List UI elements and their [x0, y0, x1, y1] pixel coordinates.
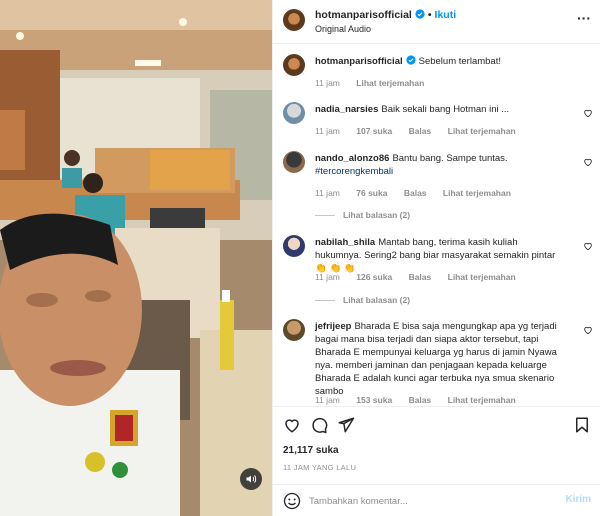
hashtag-link[interactable]: #tercorengkembali: [315, 166, 393, 177]
comments-list[interactable]: hotmanparisofficial Sebelum terlambat! 11…: [273, 44, 600, 406]
heart-icon[interactable]: [583, 325, 593, 335]
post-username[interactable]: hotmanparisofficial: [315, 9, 412, 21]
verified-badge-icon: [415, 9, 425, 19]
heart-icon[interactable]: [583, 157, 593, 167]
emoji-icon[interactable]: [283, 492, 301, 510]
comment-username[interactable]: nabilah_shila: [315, 237, 375, 248]
comment-time[interactable]: 11 jam: [315, 78, 340, 88]
comment-likes[interactable]: 153 suka: [356, 395, 392, 405]
comment-likes[interactable]: 107 suka: [356, 126, 392, 136]
mute-button[interactable]: [240, 468, 262, 490]
comment-username[interactable]: nadia_narsies: [315, 104, 378, 115]
comment-likes[interactable]: 76 suka: [356, 188, 387, 198]
post-comment-button[interactable]: Kirim: [565, 494, 591, 505]
post-panel: hotmanparisofficial • Ikuti Original Audio…: [272, 0, 600, 516]
avatar[interactable]: [283, 54, 305, 76]
view-replies-button[interactable]: Lihat balasan (2): [315, 210, 410, 220]
verified-badge-icon: [406, 55, 416, 65]
reply-button[interactable]: Balas: [409, 126, 432, 136]
comment-text: Baik sekali bang Hotman ini ...: [381, 104, 510, 115]
caption-text: Sebelum terlambat!: [418, 56, 501, 67]
reply-button[interactable]: Balas: [409, 272, 432, 282]
heart-icon[interactable]: [583, 108, 593, 118]
audio-label[interactable]: Original Audio: [315, 24, 371, 34]
comment-icon[interactable]: [310, 416, 328, 434]
view-replies-label: Lihat balasan (2): [343, 210, 411, 220]
translate-link[interactable]: Lihat terjemahan: [448, 126, 516, 136]
comment-username[interactable]: nando_alonzo86: [315, 153, 389, 164]
comment-time[interactable]: 11 jam: [315, 395, 340, 405]
translate-link[interactable]: Lihat terjemahan: [356, 78, 424, 88]
comment-text: Bantu bang. Sampe tuntas.: [392, 153, 508, 164]
view-replies-label: Lihat balasan (2): [343, 295, 411, 305]
comment-text: Bharada E bisa saja mengungkap apa yg te…: [315, 321, 557, 397]
caption-username[interactable]: hotmanparisofficial: [315, 56, 403, 67]
post-actions: 21,117 suka 11 JAM YANG LALU: [273, 406, 600, 484]
follow-button[interactable]: Ikuti: [435, 9, 457, 21]
comment-time[interactable]: 11 jam: [315, 272, 340, 282]
replies-divider: [315, 300, 335, 302]
post-header: hotmanparisofficial • Ikuti Original Audio…: [273, 0, 600, 44]
reply-button[interactable]: Balas: [409, 395, 432, 405]
translate-link[interactable]: Lihat terjemahan: [448, 395, 516, 405]
comment-composer: Kirim: [273, 484, 600, 516]
translate-link[interactable]: Lihat terjemahan: [448, 272, 516, 282]
avatar[interactable]: [283, 9, 305, 31]
translate-link[interactable]: Lihat terjemahan: [443, 188, 511, 198]
avatar[interactable]: [283, 102, 305, 124]
comment-username[interactable]: jefrijeep: [315, 321, 351, 332]
more-options-icon[interactable]: ···: [577, 10, 591, 26]
post-time[interactable]: 11 JAM YANG LALU: [283, 463, 356, 472]
heart-icon[interactable]: [583, 241, 593, 251]
avatar[interactable]: [283, 151, 305, 173]
separator-dot: •: [427, 9, 432, 21]
comment-input[interactable]: [309, 491, 549, 511]
speaker-icon: [246, 475, 257, 483]
comment-time[interactable]: 11 jam: [315, 188, 340, 198]
likes-count[interactable]: 21,117 suka: [283, 445, 339, 456]
post-video[interactable]: [0, 0, 272, 516]
bookmark-icon[interactable]: [573, 416, 591, 434]
share-icon[interactable]: [337, 416, 355, 434]
view-replies-button[interactable]: Lihat balasan (2): [315, 295, 410, 305]
comment-likes[interactable]: 126 suka: [356, 272, 392, 282]
reply-button[interactable]: Balas: [404, 188, 427, 198]
avatar[interactable]: [283, 319, 305, 341]
comment-time[interactable]: 11 jam: [315, 126, 340, 136]
replies-divider: [315, 215, 335, 217]
like-heart-icon[interactable]: [283, 416, 301, 434]
avatar[interactable]: [283, 235, 305, 257]
video-frame: [0, 0, 272, 516]
